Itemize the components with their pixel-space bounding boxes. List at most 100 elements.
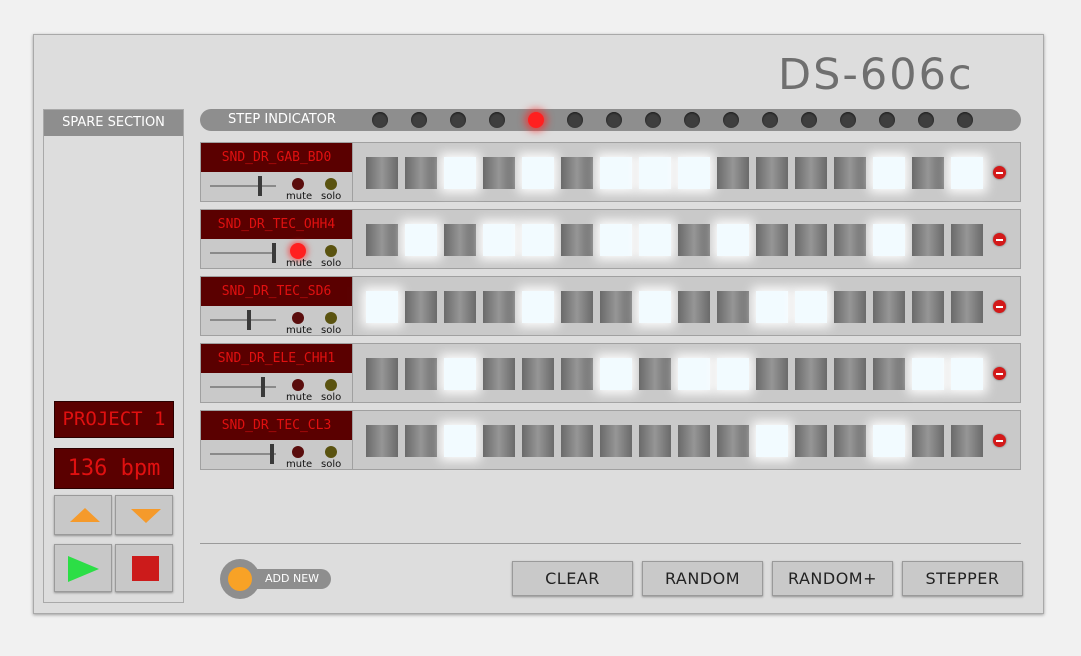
step-pad[interactable] — [483, 224, 515, 256]
tempo-up-button[interactable] — [54, 495, 112, 535]
step-pad[interactable] — [561, 425, 593, 457]
remove-track-icon[interactable] — [993, 367, 1006, 380]
remove-track-icon[interactable] — [993, 166, 1006, 179]
step-pad[interactable] — [795, 425, 827, 457]
step-pad[interactable] — [756, 425, 788, 457]
step-pad[interactable] — [834, 291, 866, 323]
step-pad[interactable] — [912, 291, 944, 323]
mute-toggle[interactable] — [292, 446, 304, 458]
step-pad[interactable] — [756, 291, 788, 323]
step-pad[interactable] — [756, 157, 788, 189]
step-pad[interactable] — [639, 224, 671, 256]
step-pad[interactable] — [600, 358, 632, 390]
step-pad[interactable] — [561, 358, 593, 390]
step-pad[interactable] — [444, 224, 476, 256]
step-pad[interactable] — [639, 157, 671, 189]
step-pad[interactable] — [717, 157, 749, 189]
step-pad[interactable] — [522, 358, 554, 390]
step-pad[interactable] — [483, 157, 515, 189]
volume-slider-track[interactable] — [210, 185, 276, 187]
volume-slider-handle[interactable] — [247, 310, 251, 330]
step-pad[interactable] — [366, 425, 398, 457]
step-pad[interactable] — [873, 425, 905, 457]
step-pad[interactable] — [717, 291, 749, 323]
volume-slider-handle[interactable] — [272, 243, 276, 263]
step-pad[interactable] — [873, 291, 905, 323]
step-pad[interactable] — [444, 358, 476, 390]
add-new-track-button[interactable]: ADD NEW — [220, 559, 331, 599]
step-pad[interactable] — [951, 425, 983, 457]
step-pad[interactable] — [366, 358, 398, 390]
step-pad[interactable] — [756, 358, 788, 390]
step-pad[interactable] — [405, 224, 437, 256]
step-pad[interactable] — [522, 224, 554, 256]
play-button[interactable] — [54, 544, 112, 592]
volume-slider-handle[interactable] — [270, 444, 274, 464]
step-pad[interactable] — [405, 358, 437, 390]
step-pad[interactable] — [678, 224, 710, 256]
solo-toggle[interactable] — [325, 446, 337, 458]
step-pad[interactable] — [600, 291, 632, 323]
step-pad[interactable] — [444, 291, 476, 323]
clear-button[interactable]: CLEAR — [512, 561, 633, 596]
volume-slider-handle[interactable] — [261, 377, 265, 397]
step-pad[interactable] — [912, 157, 944, 189]
step-pad[interactable] — [600, 425, 632, 457]
step-pad[interactable] — [717, 425, 749, 457]
step-pad[interactable] — [795, 157, 827, 189]
solo-toggle[interactable] — [325, 178, 337, 190]
step-pad[interactable] — [483, 425, 515, 457]
step-pad[interactable] — [717, 358, 749, 390]
volume-slider-handle[interactable] — [258, 176, 262, 196]
step-pad[interactable] — [561, 224, 593, 256]
step-pad[interactable] — [834, 224, 866, 256]
step-pad[interactable] — [678, 425, 710, 457]
mute-toggle[interactable] — [292, 379, 304, 391]
step-pad[interactable] — [951, 358, 983, 390]
step-pad[interactable] — [717, 224, 749, 256]
remove-track-icon[interactable] — [993, 300, 1006, 313]
step-pad[interactable] — [795, 358, 827, 390]
mute-toggle[interactable] — [290, 243, 306, 259]
step-pad[interactable] — [639, 358, 671, 390]
step-pad[interactable] — [522, 425, 554, 457]
step-pad[interactable] — [795, 291, 827, 323]
step-pad[interactable] — [522, 157, 554, 189]
step-pad[interactable] — [756, 224, 788, 256]
step-pad[interactable] — [639, 425, 671, 457]
stepper-button[interactable]: STEPPER — [902, 561, 1023, 596]
stop-button[interactable] — [115, 544, 173, 592]
step-pad[interactable] — [678, 157, 710, 189]
step-pad[interactable] — [678, 358, 710, 390]
step-pad[interactable] — [951, 291, 983, 323]
step-pad[interactable] — [600, 224, 632, 256]
step-pad[interactable] — [444, 425, 476, 457]
step-pad[interactable] — [600, 157, 632, 189]
mute-toggle[interactable] — [292, 312, 304, 324]
volume-slider-track[interactable] — [210, 319, 276, 321]
remove-track-icon[interactable] — [993, 233, 1006, 246]
random-plus-button[interactable]: RANDOM+ — [772, 561, 893, 596]
step-pad[interactable] — [405, 425, 437, 457]
step-pad[interactable] — [522, 291, 554, 323]
solo-toggle[interactable] — [325, 379, 337, 391]
step-pad[interactable] — [561, 157, 593, 189]
step-pad[interactable] — [873, 224, 905, 256]
volume-slider-track[interactable] — [210, 386, 276, 388]
solo-toggle[interactable] — [325, 245, 337, 257]
volume-slider-track[interactable] — [210, 252, 276, 254]
step-pad[interactable] — [873, 358, 905, 390]
tempo-down-button[interactable] — [115, 495, 173, 535]
step-pad[interactable] — [444, 157, 476, 189]
step-pad[interactable] — [483, 358, 515, 390]
step-pad[interactable] — [678, 291, 710, 323]
step-pad[interactable] — [873, 157, 905, 189]
step-pad[interactable] — [834, 358, 866, 390]
step-pad[interactable] — [795, 224, 827, 256]
step-pad[interactable] — [834, 425, 866, 457]
step-pad[interactable] — [951, 224, 983, 256]
step-pad[interactable] — [561, 291, 593, 323]
mute-toggle[interactable] — [292, 178, 304, 190]
step-pad[interactable] — [951, 157, 983, 189]
step-pad[interactable] — [912, 224, 944, 256]
